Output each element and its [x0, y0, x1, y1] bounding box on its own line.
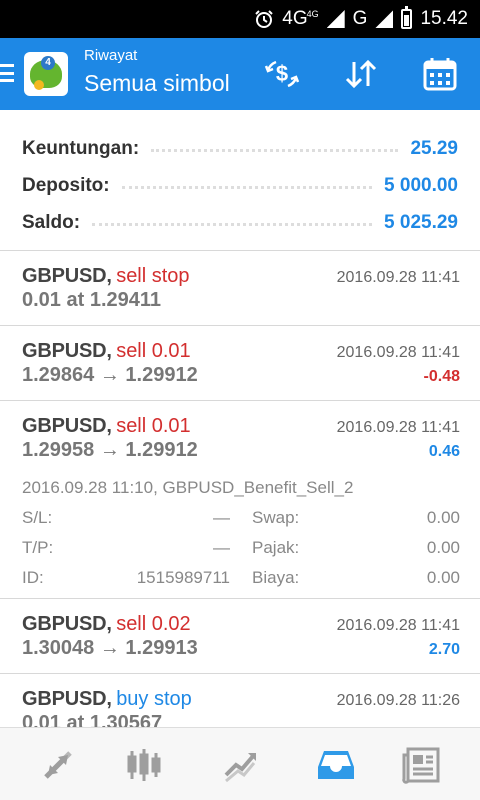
order-profit: 0.46 [428, 443, 460, 460]
fee-value: 0.00 [426, 568, 460, 587]
order-profit: 2.70 [428, 641, 460, 658]
order-side: sell 0.01 [116, 340, 191, 362]
tp-label: T/P: [22, 538, 54, 557]
sl-value: — [213, 508, 230, 527]
network-type: 4G [282, 8, 308, 29]
swap-value: 0.00 [426, 508, 460, 527]
alarm-icon [255, 10, 274, 28]
deposit-value: 5 000.00 [384, 174, 458, 196]
tp-value: — [213, 538, 230, 557]
chart-icon[interactable] [96, 728, 192, 800]
sort-icon[interactable] [343, 56, 379, 92]
order-side: sell 0.02 [116, 613, 191, 635]
signal-icon-secondary [375, 10, 394, 28]
app-titles[interactable]: Riwayat Semua simbol [84, 46, 230, 98]
trade-icon[interactable] [192, 728, 288, 800]
order-profit: -0.48 [423, 368, 460, 385]
menu-icon[interactable] [0, 64, 14, 82]
app-bar: 4 Riwayat Semua simbol $ [0, 38, 480, 110]
battery-icon [401, 6, 413, 29]
details-row-sl: S/L: — Swap: 0.00 [22, 503, 460, 533]
clock: 15.42 [420, 8, 468, 29]
details-row-id: ID: 1515989711 Biaya: 0.00 [22, 563, 460, 593]
id-label: ID: [22, 568, 44, 587]
details-row-tp: T/P: — Pajak: 0.00 [22, 533, 460, 563]
order-time: 2016.09.28 11:26 [336, 692, 460, 709]
order-symbol: GBPUSD, [22, 265, 112, 287]
list-item[interactable]: GBPUSD, buy stop 2016.09.28 11:26 0.01 a… [0, 673, 480, 727]
summary-profit-row: Keuntungan: 25.29 [22, 130, 458, 167]
profit-label: Keuntungan: [22, 137, 140, 159]
bottom-nav [0, 727, 480, 800]
symbol-filter-title: Semua simbol [84, 70, 230, 96]
order-time: 2016.09.28 11:41 [336, 269, 460, 286]
svg-text:$: $ [276, 61, 288, 86]
order-side: sell 0.01 [116, 415, 191, 437]
profit-value: 25.29 [410, 137, 458, 159]
list-item-expanded[interactable]: GBPUSD, sell 0.01 2016.09.28 11:41 1.299… [0, 400, 480, 598]
order-time: 2016.09.28 11:41 [336, 617, 460, 634]
order-time: 2016.09.28 11:41 [336, 344, 460, 361]
order-symbol: GBPUSD, [22, 613, 112, 635]
app-logo[interactable]: 4 [24, 52, 68, 96]
summary-deposit-row: Deposito: 5 000.00 [22, 167, 458, 204]
order-price: 1.29864 → 1.29912 [22, 364, 198, 386]
order-details: 2016.09.28 11:10, GBPUSD_Benefit_Sell_2 … [22, 473, 460, 593]
calendar-icon[interactable] [422, 56, 458, 92]
leader-dots [151, 149, 399, 152]
swap-label: Swap: [252, 508, 300, 527]
history-list[interactable]: GBPUSD, sell stop 2016.09.28 11:41 0.01 … [0, 250, 480, 727]
screen-subtitle: Riwayat [84, 47, 138, 64]
tax-value: 0.00 [426, 538, 460, 557]
order-open-info: 2016.09.28 11:10, GBPUSD_Benefit_Sell_2 [22, 478, 354, 497]
leader-dots [121, 186, 373, 189]
order-price: 1.29958 → 1.29912 [22, 439, 198, 461]
network-type-small: 4G [306, 9, 319, 19]
news-icon[interactable] [374, 728, 470, 800]
order-price: 1.30048 → 1.29913 [22, 637, 198, 659]
order-symbol: GBPUSD, [22, 415, 112, 437]
order-time: 2016.09.28 11:41 [336, 419, 460, 436]
order-side: buy stop [116, 688, 192, 710]
deposit-label: Deposito: [22, 174, 110, 196]
list-item[interactable]: GBPUSD, sell 0.02 2016.09.28 11:41 1.300… [0, 598, 480, 673]
fee-label: Biaya: [252, 568, 300, 587]
leader-dots [92, 223, 373, 226]
list-item[interactable]: GBPUSD, sell stop 2016.09.28 11:41 0.01 … [0, 250, 480, 325]
signal-icon [326, 10, 345, 28]
tax-label: Pajak: [252, 538, 300, 557]
dollar-sync-icon[interactable]: $ [264, 56, 300, 92]
network-type-secondary: G [352, 8, 368, 29]
summary-balance-row: Saldo: 5 025.29 [22, 204, 458, 241]
sl-label: S/L: [22, 508, 53, 527]
balance-value: 5 025.29 [384, 211, 458, 233]
history-icon[interactable] [288, 728, 384, 800]
order-price: 0.01 at 1.30567 [22, 712, 163, 727]
quotes-icon[interactable] [10, 728, 106, 800]
order-symbol: GBPUSD, [22, 688, 112, 710]
account-summary: Keuntungan: 25.29 Deposito: 5 000.00 Sal… [0, 110, 480, 250]
id-value: 1515989711 [136, 568, 230, 587]
status-bar: 4G 4G G 15.42 [0, 0, 480, 38]
balance-label: Saldo: [22, 211, 81, 233]
order-price: 0.01 at 1.29411 [22, 289, 162, 311]
order-side: sell stop [116, 265, 190, 287]
order-symbol: GBPUSD, [22, 340, 112, 362]
list-item[interactable]: GBPUSD, sell 0.01 2016.09.28 11:41 1.298… [0, 325, 480, 400]
